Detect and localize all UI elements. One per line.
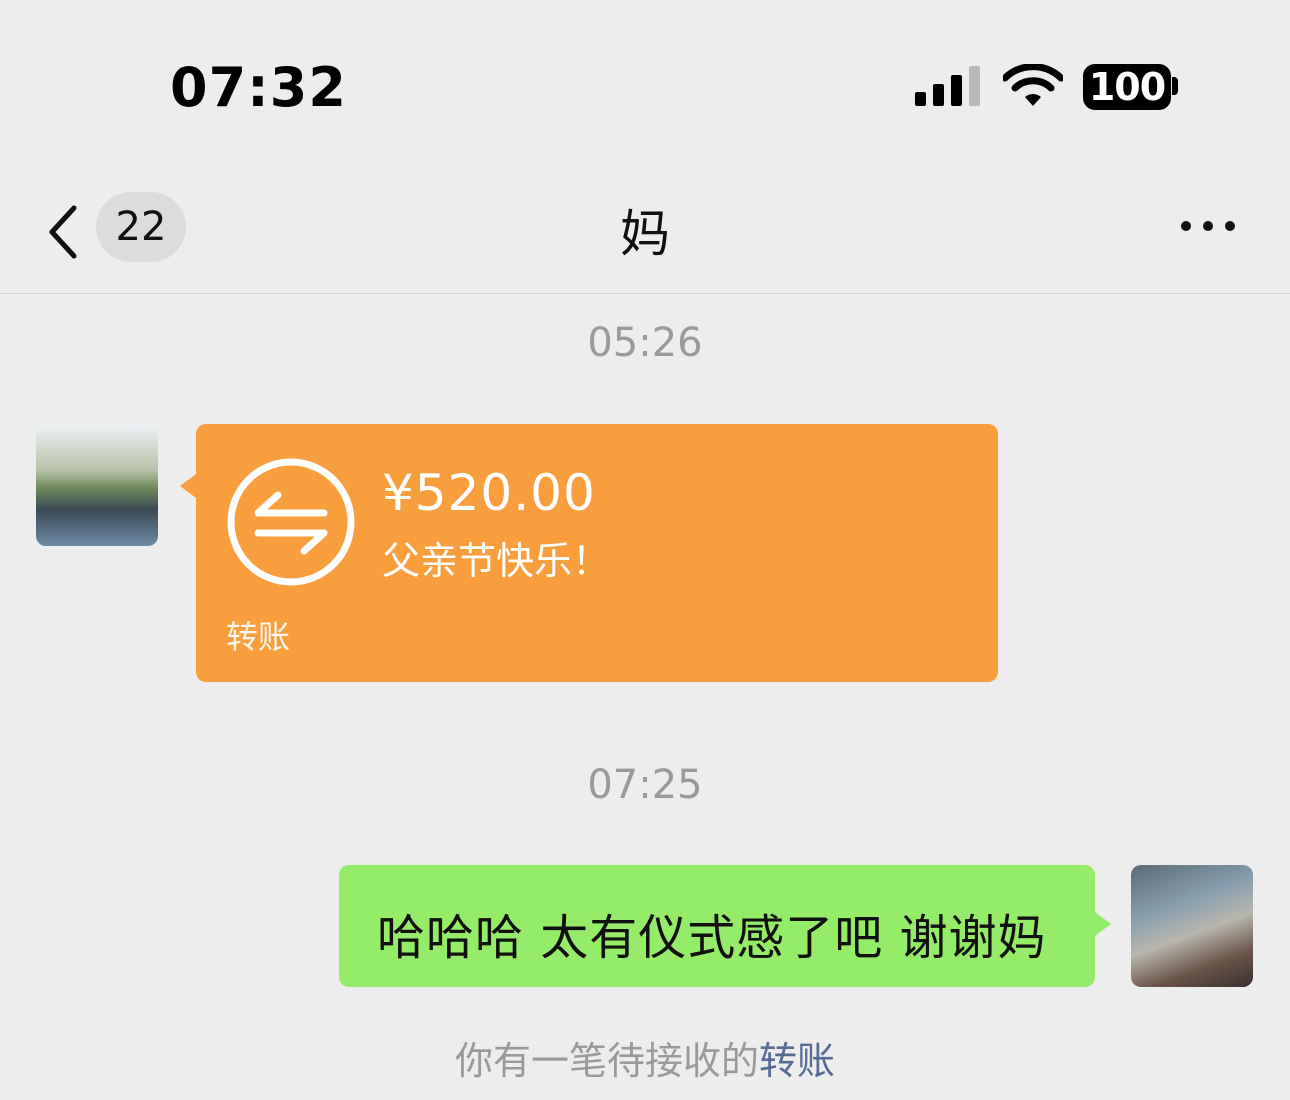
chat-header: 22 妈 (0, 170, 1290, 294)
transfer-label: 转账 (226, 618, 291, 656)
wifi-icon (1003, 64, 1063, 106)
battery-indicator: 100 (1083, 64, 1171, 110)
battery-nub (1172, 77, 1178, 95)
my-avatar[interactable] (1131, 865, 1253, 987)
status-time: 07:32 (170, 56, 347, 119)
transfer-bubble-tail (180, 474, 196, 498)
transfer-note: 父亲节快乐！ (382, 539, 611, 583)
transfer-amount: ¥520.00 (382, 464, 596, 522)
contact-avatar[interactable] (36, 424, 158, 546)
transfer-icon (227, 458, 355, 586)
message-text: 哈哈哈 太有仪式感了吧 谢谢妈 (377, 910, 1047, 966)
status-bar: 07:32 100 (0, 0, 1290, 170)
system-notice-text: 你有一笔待接收的 (454, 1039, 759, 1083)
signal-icon (915, 66, 980, 106)
more-icon[interactable] (1178, 216, 1238, 236)
sent-message-bubble[interactable]: 哈哈哈 太有仪式感了吧 谢谢妈 (339, 865, 1095, 987)
message-timestamp: 05:26 (587, 320, 703, 366)
chat-title: 妈 (620, 205, 670, 263)
message-timestamp: 07:25 (587, 762, 703, 808)
transfer-link[interactable]: 转账 (759, 1039, 835, 1083)
sent-bubble-tail (1095, 912, 1111, 936)
transfer-card[interactable]: ¥520.00 父亲节快乐！ 转账 (196, 424, 998, 682)
system-notice: 你有一笔待接收的转账 (0, 1030, 1290, 1085)
